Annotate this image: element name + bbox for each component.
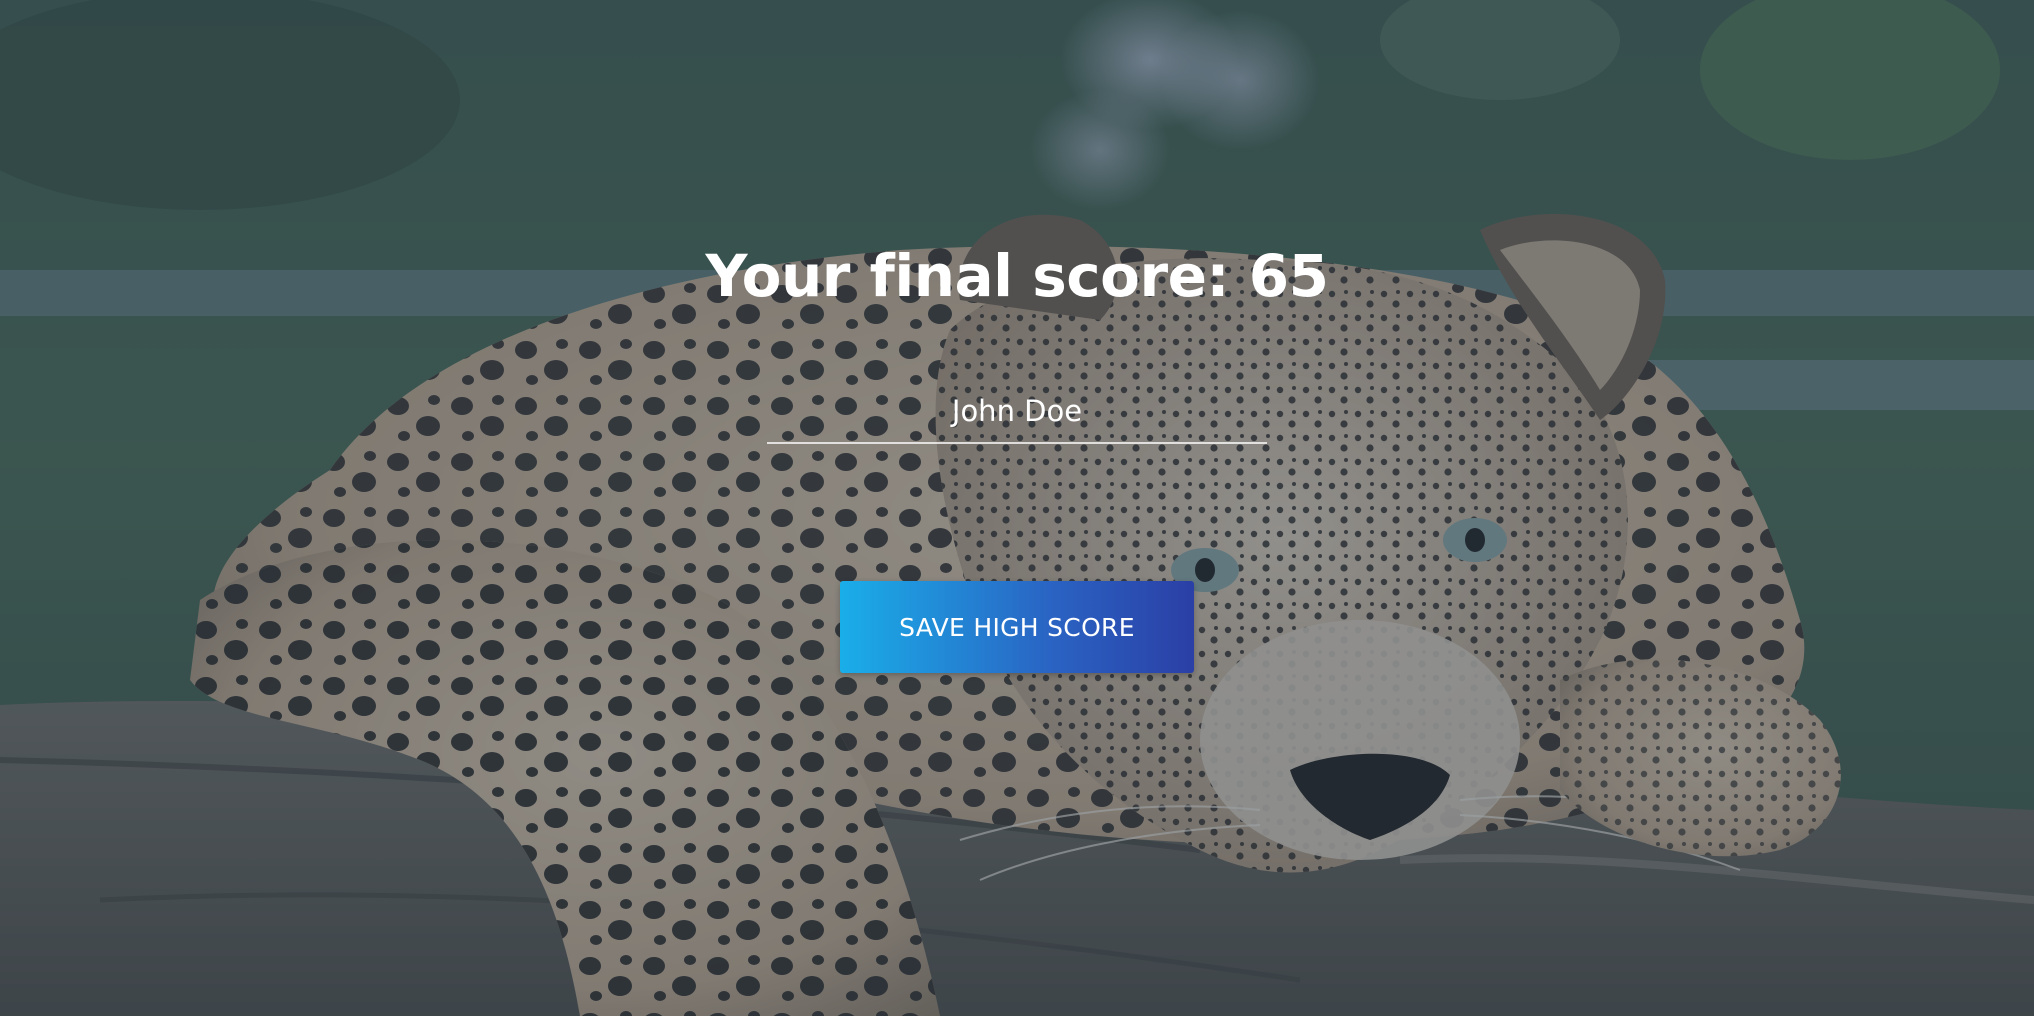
end-screen: Your final score: 65 SAVE HIGH SCORE xyxy=(0,0,2034,1016)
username-input[interactable] xyxy=(767,380,1267,444)
end-screen-content: Your final score: 65 SAVE HIGH SCORE xyxy=(0,0,2034,1016)
final-score-heading: Your final score: 65 xyxy=(705,242,1329,310)
save-high-score-button[interactable]: SAVE HIGH SCORE xyxy=(840,581,1194,673)
